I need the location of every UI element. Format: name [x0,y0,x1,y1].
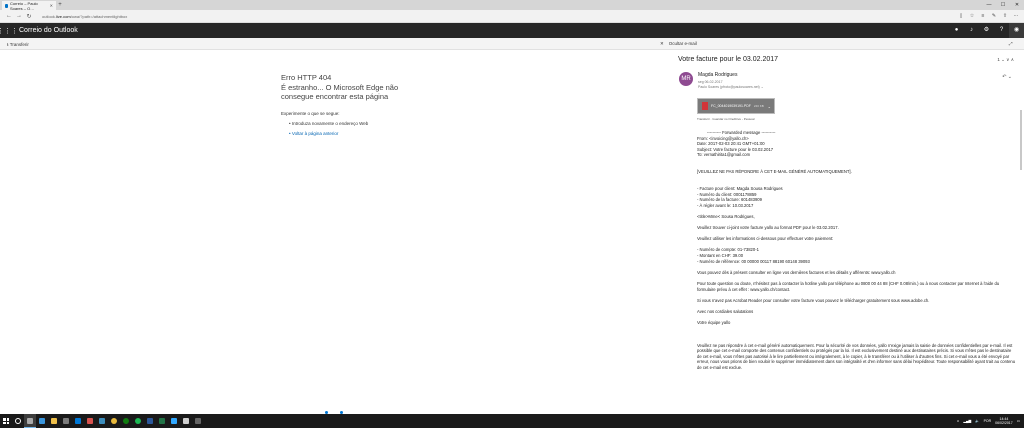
reading-pane: Votre facture pour le 03.02.2017 1 ⌄ ∨ ∧… [676,50,1024,414]
browser-tab[interactable]: Correio – Paulo Soares – O… ✕ [2,0,56,11]
user-avatar[interactable]: ◉ [1009,23,1024,38]
body-line: Pour toute question ou doute, n'hésitez … [697,281,1001,292]
new-tab-button[interactable]: + [56,1,64,10]
download-button[interactable]: ⭳ Transferir [7,41,29,49]
retype-address-item: • Introduza novamente o endereço Web [289,121,369,126]
refresh-icon[interactable]: ↻ [24,13,34,20]
skype-icon[interactable]: ● [949,23,964,38]
app-launcher-icon[interactable]: ⋮⋮⋮ [0,23,18,38]
start-button[interactable] [0,414,12,428]
go-back-link[interactable]: • Voltar à página anterior [281,131,481,136]
email-body: ---------- Forwarded message ---------- F… [697,130,1017,371]
sender-name[interactable]: Magda Rodrigues [698,72,737,78]
clock[interactable]: 14:44 06/02/2017 [995,417,1013,426]
pdf-icon [702,102,708,110]
url-prefix: outlook. [42,13,57,19]
photoshop-icon[interactable] [168,414,180,428]
sender-avatar[interactable]: MR [679,72,693,86]
back-icon[interactable]: ← [4,13,14,19]
mail-icon[interactable] [72,414,84,428]
spotify-icon[interactable] [132,414,144,428]
clock-time: 14:44 [999,416,1009,421]
error-message: É estranho... O Microsoft Edge não conse… [281,83,399,101]
search-icon[interactable] [12,414,24,428]
close-tab-icon[interactable]: ✕ [50,3,53,8]
system-tray: ∧ ▂▄▆ 🔈 POR 14:44 06/02/2017 ▭ [957,417,1024,426]
body-line: Veuillez ne pas répondre à cet e-mail gé… [697,342,1017,370]
chrome-icon[interactable] [108,414,120,428]
explorer-icon[interactable] [48,414,60,428]
reading-view-icon[interactable]: ▯ [957,13,965,19]
reply-icon[interactable]: ↶ ⌄ [1002,74,1012,80]
email-subject: Votre facture pour le 03.02.2017 [678,56,779,63]
outlook-app-bar: ⋮⋮⋮ Correio do Outlook ● ♪ ⚙ ? ◉ [0,23,1024,38]
volume-icon[interactable]: 🔈 [975,419,979,423]
download-label: Transferir [9,42,29,47]
favorite-star-icon[interactable]: ☆ [968,13,976,19]
sent-date: seg 06-02-2017 [698,80,723,84]
notifications-bell-icon[interactable]: ♪ [964,23,979,38]
settings-app-icon[interactable] [192,414,204,428]
task-view-icon[interactable] [24,414,36,428]
more-icon[interactable]: ⋯ [1012,13,1020,19]
windows-logo-icon [3,418,9,424]
url-field[interactable]: outlook.live.com/owa/?path=/attachmentli… [42,14,127,19]
recipients[interactable]: Paulo Soares (pfroto@paulosoares.net) ⌄ [698,85,764,89]
hide-email-button[interactable]: ✕ Ocultar e-mail [660,41,697,47]
tab-title: Correio – Paulo Soares – O… [9,0,38,11]
address-bar: ← → ↻ outlook.live.com/owa/?path=/attach… [0,10,1024,23]
clock-date: 06/02/2017 [995,421,1013,425]
expand-icon[interactable]: ⤢ [1009,41,1013,46]
forward-icon[interactable]: → [14,13,24,19]
app-title[interactable]: Correio do Outlook [19,27,78,34]
error-suggestion-label: Experimente o que se segue: [281,111,340,116]
hide-email-label: Ocultar e-mail [668,41,697,46]
attachment-actions[interactable]: Transferir · Guardar no OneDrive - Pesso… [697,117,754,121]
edge-error-page: Erro HTTP 404 É estranho... O Microsoft … [281,73,481,141]
word-icon[interactable] [144,414,156,428]
attachment-name: FC_0044019039191.PDF [711,104,751,108]
minimize-icon[interactable]: — [982,0,996,10]
close-window-icon[interactable]: ✕ [1010,0,1024,10]
media-icon[interactable] [84,414,96,428]
error-options: • Introduza novamente o endereço Web • V… [281,121,481,136]
photos-icon[interactable] [96,414,108,428]
input-language[interactable]: POR [984,419,992,423]
app-bar-actions: ● ♪ ⚙ ? ◉ [949,23,1024,38]
excel-icon[interactable] [156,414,168,428]
go-back-text: Voltar à página anterior [291,131,339,136]
browser-toolbar: ▯ ☆ ≡ ✎ ⇪ ⋯ [957,13,1020,19]
scrollbar[interactable] [1020,110,1022,170]
edge-icon[interactable] [36,414,48,428]
windows-taskbar: ∧ ▂▄▆ 🔈 POR 14:44 06/02/2017 ▭ [0,414,1024,428]
window-controls: — ☐ ✕ [982,0,1024,10]
command-bar: ⭳ Transferir ✕ Ocultar e-mail ⤢ [0,38,1024,50]
app-icon[interactable] [180,414,192,428]
attachment-size: 240 KB [753,104,764,108]
outlook-icon [5,3,8,8]
web-note-icon[interactable]: ✎ [990,13,998,19]
browser-tab-strip: Correio – Paulo Soares – O… ✕ + — ☐ ✕ [0,0,1024,11]
maximize-icon[interactable]: ☐ [996,0,1010,10]
tray-chevron-icon[interactable]: ∧ [957,419,960,423]
url-host: live.com [56,13,71,19]
url-path: /owa/?path=/attachmentlightbox [70,13,128,19]
chevron-down-icon[interactable]: ⌄ [768,104,771,109]
header-actions[interactable]: 1 ⌄ ∨ ∧ [997,57,1014,63]
store-icon[interactable] [60,414,72,428]
action-center-icon[interactable]: ▭ [1017,419,1020,423]
retype-address-text: Introduza novamente o endereço Web [291,121,369,126]
xbox-icon[interactable] [120,414,132,428]
favorites-hub-icon[interactable]: ≡ [979,13,987,19]
help-icon[interactable]: ? [994,23,1009,38]
settings-gear-icon[interactable]: ⚙ [979,23,994,38]
share-icon[interactable]: ⇪ [1001,13,1009,19]
network-icon[interactable]: ▂▄▆ [963,419,971,423]
attachment-card[interactable]: FC_0044019039191.PDF 240 KB ⌄ [697,98,775,114]
error-title: Erro HTTP 404 [281,73,332,82]
